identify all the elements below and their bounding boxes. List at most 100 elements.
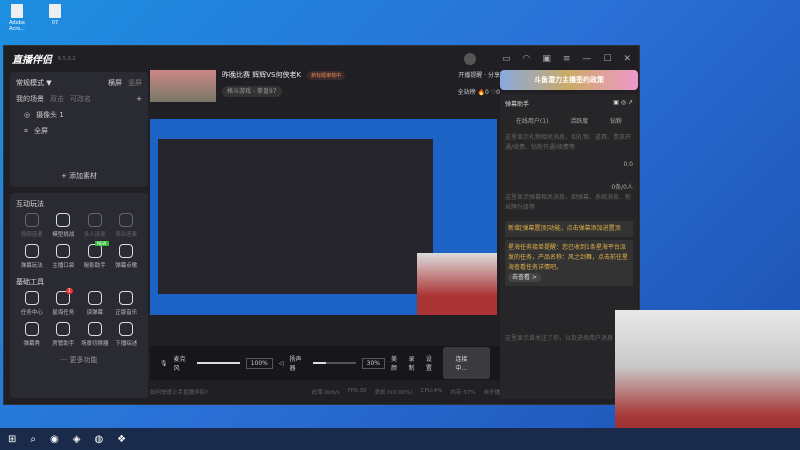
tool-icon (56, 244, 71, 258)
tool-icon (24, 213, 39, 227)
tool-button[interactable]: 弹幕点歌 (111, 244, 143, 269)
maximize-icon[interactable]: ☐ (603, 54, 611, 64)
tool-button[interactable]: 读弹幕 (79, 291, 111, 316)
live-companion-icon[interactable]: ❖ (117, 434, 126, 445)
source-item[interactable]: ◎ 摄像头 1 (16, 110, 142, 120)
notice: 新增[弹幕置顶]功能，点击弹幕添加进置顶 (505, 221, 633, 237)
tool-icon (119, 213, 134, 227)
tool-button[interactable]: 视频连麦 (16, 213, 48, 238)
scene-label: 我的场景 (16, 95, 44, 103)
source-label: 全屏 (33, 127, 48, 135)
tool-button[interactable]: 房管助手 (48, 322, 80, 347)
landscape-tab[interactable]: 横屏 (108, 78, 122, 88)
tool-button[interactable]: 场景切换器 (79, 322, 111, 347)
edge-icon[interactable]: ◉ (50, 434, 59, 445)
tool-label: 弹幕玩法 (20, 263, 43, 269)
avatar[interactable] (463, 52, 476, 65)
taskbar: ⊞ ⌕ ◉ ◈ ◍ ❖ (0, 428, 800, 450)
tool-icon (87, 213, 102, 227)
control-bar: 🎙 麦克风 100% ◁ 扬声器 30% 美颜 录制 设置 连接中... (150, 346, 500, 380)
tool-icon (24, 291, 39, 305)
tab-diamond-fans[interactable]: 钻粉 (610, 116, 622, 125)
mic-volume[interactable]: 100% (245, 357, 273, 369)
app-window: 直播伴侣 6.5.3.2 ▭ ◠ ▣ ≡ — ☐ ✕ 常规模式 ▼ 横屏 竖屏 我的… (3, 45, 640, 405)
tool-icon (56, 322, 71, 336)
add-scene-icon[interactable]: + (136, 95, 142, 103)
tool-label: 读弹幕 (86, 310, 103, 316)
tool-button[interactable]: 下播综述 (111, 322, 143, 347)
category-chip[interactable]: 格斗游戏 - 拳皇97 (222, 86, 282, 97)
record-button[interactable]: 录制 (408, 354, 419, 372)
message-icon[interactable]: ▭ (502, 54, 511, 64)
danmu-count: 0条/0人 (611, 184, 633, 191)
mode-dropdown[interactable]: 常规模式 ▼ (16, 78, 52, 88)
stream-title[interactable]: 昨晚比赛 辉辉VS何侠老K (222, 70, 301, 80)
hint: 双击 (50, 95, 64, 103)
remind-button[interactable]: 开播提醒 (458, 72, 482, 79)
settings-button[interactable]: 设置 (426, 354, 437, 372)
stream-preview[interactable] (150, 119, 497, 315)
hint: 可改名 (70, 95, 91, 103)
notification-badge: 1 (65, 288, 73, 294)
help-link[interactable]: 如何快速上手直播伴侣? (150, 388, 208, 396)
promo-banner[interactable]: 斗鱼潜力主播签约政策 (500, 70, 638, 90)
skin-icon[interactable]: ▣ (542, 54, 551, 64)
tool-icon (87, 322, 102, 336)
likes-count: 0 (485, 89, 489, 96)
tool-label: 弹幕点歌 (115, 263, 138, 269)
portrait-tab[interactable]: 竖屏 (128, 78, 142, 88)
tool-button[interactable]: 任务中心 (16, 291, 48, 316)
tool-button[interactable]: 模型挑战 (48, 213, 80, 238)
more-features-button[interactable]: ··· 更多功能 (16, 355, 142, 365)
speaker-slider[interactable] (312, 362, 356, 364)
title-bar: 直播伴侣 6.5.3.2 ▭ ◠ ▣ ≡ — ☐ ✕ (4, 46, 639, 71)
headset-icon[interactable]: ◠ (522, 54, 530, 64)
windows-start-icon[interactable]: ⊞ (8, 434, 16, 445)
tool-button[interactable]: 正版音乐 (111, 291, 143, 316)
app-icon[interactable]: ◍ (94, 434, 103, 445)
tool-label: 视频连麦 (20, 232, 43, 238)
menu-icon[interactable]: ≡ (563, 54, 571, 64)
tool-icon (24, 244, 39, 258)
tool-button[interactable]: 秘影助手 NEW (79, 241, 111, 269)
desktop-icon-acrobat[interactable]: Adobe Acro... (2, 4, 32, 32)
view-task-button[interactable]: 去查看 > (508, 273, 541, 282)
tool-button[interactable]: 弹幕玩法 (16, 244, 48, 269)
minimize-icon[interactable]: — (582, 54, 591, 64)
live-state: 未开播 (483, 390, 500, 396)
tool-label: 下播综述 (115, 341, 138, 347)
tool-button[interactable]: 主播口袋 (48, 244, 80, 269)
stream-cover[interactable] (150, 70, 216, 102)
rank-button[interactable]: 全站榜 (458, 89, 476, 96)
tool-label: 模型挑战 (52, 232, 75, 238)
dropped-frames: 丢帧:0(0.00%) (374, 390, 413, 396)
app-logo: 直播伴侣 (12, 55, 52, 66)
notice: 星海任务接单提醒：您已收到1条星海平台派发的任务，产品名称：风之剑舞，点击前往星… (508, 244, 629, 271)
tool-button[interactable]: 观众连麦 (111, 213, 143, 238)
search-icon[interactable]: ⌕ (30, 434, 36, 445)
tool-button[interactable]: 弹幕秀 (16, 322, 48, 347)
beauty-button[interactable]: 美颜 (391, 354, 402, 372)
desktop-icon-file[interactable]: 07 (40, 4, 70, 26)
source-item[interactable]: ⌗ 全屏 (16, 126, 142, 136)
mic-slider[interactable] (196, 362, 240, 364)
share-button[interactable]: 分享 (488, 72, 500, 79)
mic-icon[interactable]: 🎙 (160, 360, 168, 367)
add-material-button[interactable]: + 添加素材 (10, 171, 148, 181)
bitrate: 码率:0kb/s (311, 390, 340, 396)
section-title: 基础工具 (16, 278, 44, 286)
speaker-volume[interactable]: 30% (361, 357, 385, 369)
tool-button[interactable]: 多人连麦 (79, 213, 111, 238)
speaker-icon[interactable]: ◁ (279, 360, 284, 367)
tool-icon (119, 244, 134, 258)
tab-online-users[interactable]: 在线用户(1) (516, 116, 549, 125)
app-icon[interactable]: ◈ (73, 434, 81, 445)
close-icon[interactable]: ✕ (623, 54, 631, 64)
tool-icon (87, 244, 102, 258)
start-live-button[interactable]: 连接中... (443, 347, 491, 379)
panel-tools-icon[interactable]: ▣ ◎ ↗ (613, 99, 633, 108)
section-title: 互动玩法 (16, 200, 44, 208)
tab-activity[interactable]: 活跃度 (570, 116, 588, 125)
tool-label: 秘影助手 (83, 263, 106, 269)
tool-button[interactable]: 星海任务 1 (48, 288, 80, 316)
